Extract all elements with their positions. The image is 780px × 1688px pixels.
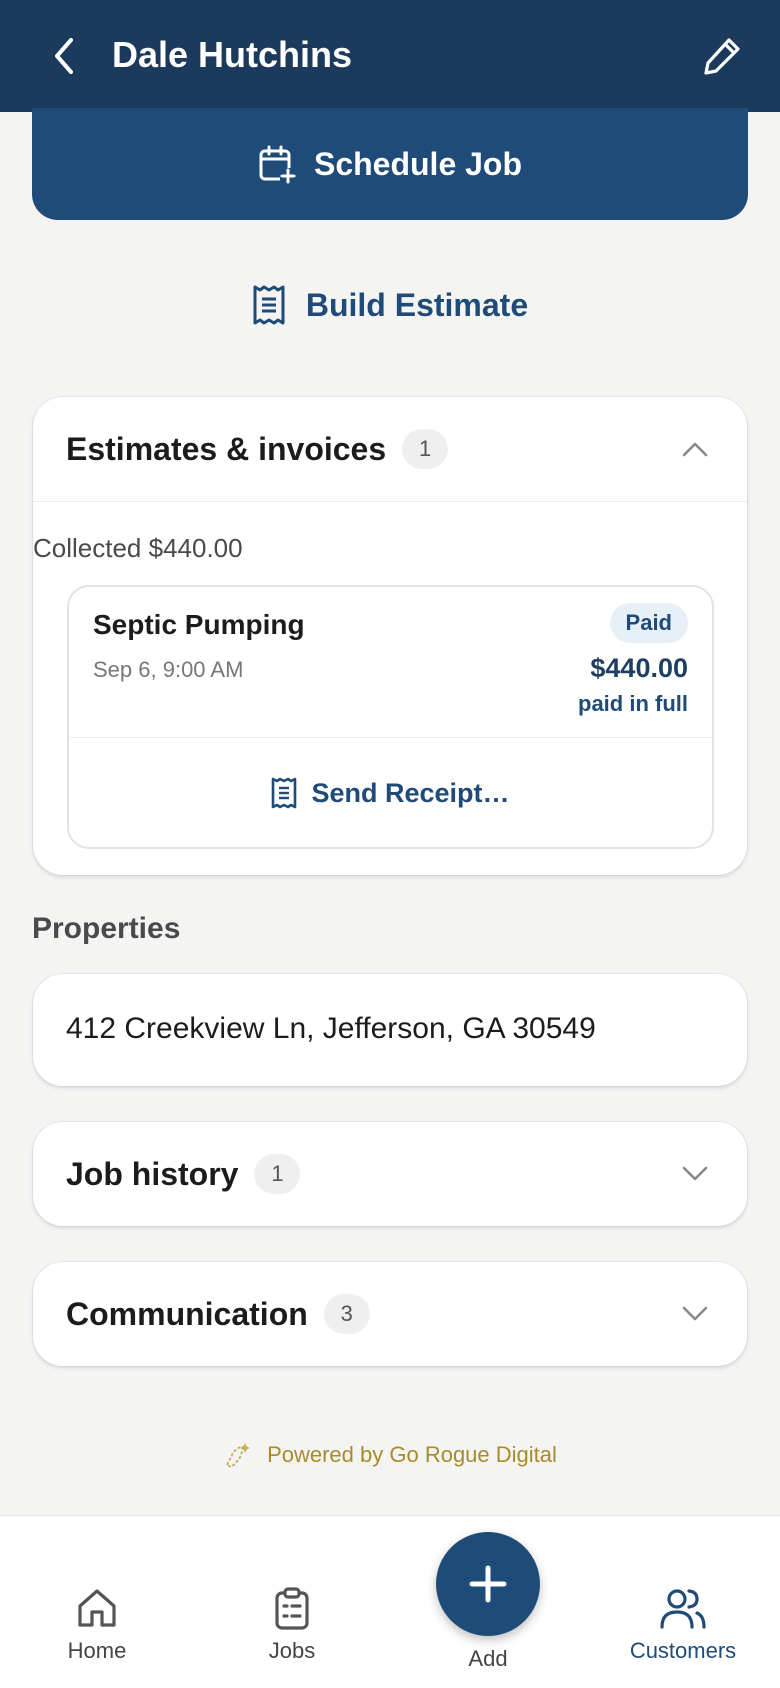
estimates-heading: Estimates & invoices [66, 430, 387, 467]
invoice-amount-note: paid in full [578, 691, 688, 716]
property-card[interactable]: 412 Creekview Ln, Jefferson, GA 30549 [33, 974, 747, 1086]
bottom-navigation: Home Jobs Customers [0, 1515, 780, 1688]
plus-icon [469, 1565, 507, 1603]
receipt-icon [253, 285, 285, 325]
chevron-left-icon [55, 38, 73, 74]
nav-home-label: Home [67, 1638, 127, 1663]
page-title: Dale Hutchins [112, 34, 353, 75]
communication-card[interactable]: Communication 3 [33, 1262, 747, 1366]
status-badge: Paid [609, 603, 688, 643]
send-receipt-button[interactable]: Send Receipt… [69, 737, 712, 849]
invoice-date: Sep 6, 9:00 AM [93, 657, 244, 682]
nav-customers-label: Customers [629, 1638, 737, 1663]
invoice-amount: $440.00 [590, 653, 688, 683]
estimates-section-header[interactable]: Estimates & invoices 1 [33, 397, 747, 501]
add-button[interactable] [436, 1532, 540, 1636]
clipboard-list-icon [275, 1587, 309, 1630]
property-address: 412 Creekview Ln, Jefferson, GA 30549 [66, 1012, 596, 1045]
nav-home[interactable]: Home [17, 1586, 177, 1664]
collected-total: Collected $440.00 [33, 533, 243, 563]
chevron-up-icon[interactable] [679, 433, 711, 465]
chevron-down-icon[interactable] [679, 1298, 711, 1330]
calendar-plus-icon [259, 145, 296, 184]
users-icon [660, 1589, 706, 1629]
job-history-heading: Job history [66, 1155, 239, 1192]
estimates-count-badge: 1 [402, 429, 449, 469]
job-history-count-badge: 1 [254, 1154, 301, 1194]
back-button[interactable] [40, 30, 88, 82]
build-estimate-label: Build Estimate [305, 286, 529, 323]
nav-jobs[interactable]: Jobs [212, 1586, 372, 1664]
communication-count-badge: 3 [323, 1294, 370, 1334]
communication-heading: Communication [66, 1295, 308, 1332]
properties-heading: Properties [32, 912, 181, 945]
communication-header[interactable]: Communication 3 [33, 1262, 747, 1366]
nav-customers[interactable]: Customers [603, 1586, 763, 1664]
powered-by-footer: Powered by Go Rogue Digital [0, 1440, 780, 1470]
build-estimate-button[interactable]: Build Estimate [0, 275, 780, 335]
top-app-bar: Dale Hutchins [0, 0, 780, 112]
nav-add-label: Add [468, 1646, 508, 1671]
powered-by-text: Powered by Go Rogue Digital [267, 1442, 557, 1467]
home-icon [78, 1589, 116, 1627]
divider [33, 501, 747, 502]
edit-button[interactable] [696, 30, 748, 82]
schedule-job-label: Schedule Job [313, 145, 523, 182]
chevron-down-icon[interactable] [679, 1158, 711, 1190]
job-history-card[interactable]: Job history 1 [33, 1122, 747, 1226]
nav-jobs-label: Jobs [268, 1638, 316, 1663]
job-history-header[interactable]: Job history 1 [33, 1122, 747, 1226]
schedule-job-button[interactable]: Schedule Job [32, 108, 748, 220]
receipt-icon [272, 777, 297, 809]
invoice-item[interactable]: Septic Pumping Sep 6, 9:00 AM Paid $440.… [67, 585, 714, 849]
send-receipt-label: Send Receipt… [311, 777, 510, 808]
rocket-icon [225, 1443, 251, 1469]
pencil-icon [704, 38, 740, 75]
invoice-title: Septic Pumping [93, 609, 305, 640]
